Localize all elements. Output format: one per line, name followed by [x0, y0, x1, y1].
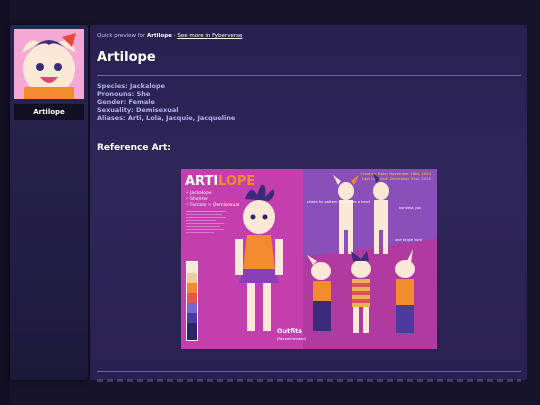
sheet-bullet-2: • She/Her — [186, 196, 208, 202]
reference-art-heading: Reference Art: — [97, 143, 171, 153]
breadcrumb-separator: - — [173, 33, 176, 39]
gender-field: Gender: Female — [97, 98, 155, 106]
bottom-divider — [97, 371, 521, 372]
artilope-avatar-icon[interactable] — [14, 29, 84, 99]
page-title: Artilope — [97, 50, 156, 65]
outfits-sublabel: (Recommended) — [277, 337, 307, 341]
sheet-bullet-1: • Jackalope — [186, 190, 212, 196]
footer-content-strip — [97, 379, 521, 382]
sexuality-field: Sexuality: Demisexual — [97, 106, 179, 114]
title-divider — [97, 75, 521, 76]
breadcrumb-name: Artilope — [147, 33, 172, 39]
sheet-title-lope: LOPE — [218, 174, 255, 189]
aliases-field: Aliases: Arti, Lola, Jacquie, Jacqueline — [97, 114, 236, 122]
page-edge — [0, 0, 10, 405]
character-info: Species: Jackalope Pronouns: She Gender:… — [97, 82, 235, 122]
sheet-bullet-3: • Female + Demisexual — [186, 202, 239, 208]
profile-name[interactable]: Artilope — [14, 104, 84, 120]
color-palette — [186, 261, 198, 341]
pronouns-field: Pronouns: She — [97, 90, 151, 98]
reference-sheet-image[interactable]: ARTI LOPE • Jackalope • She/Her • Female… — [181, 169, 437, 349]
outfits-label: Outfits — [277, 327, 302, 335]
see-more-link[interactable]: See more in Fyberverse — [177, 33, 242, 39]
sheet-title-arti: ARTI — [185, 174, 218, 189]
note-horn: one single horn — [395, 238, 422, 242]
breadcrumb-prefix: Quick preview for — [97, 33, 146, 39]
note-cheek: cheek fur pattern resembles a heart — [307, 200, 371, 204]
breadcrumb: Quick preview for Artilope - See more in… — [97, 33, 242, 39]
species-field: Species: Jackalope — [97, 82, 166, 90]
last-updated: Last Updated: December 31st, 2025 — [362, 176, 432, 181]
note-hornless: hornless you — [399, 206, 421, 210]
